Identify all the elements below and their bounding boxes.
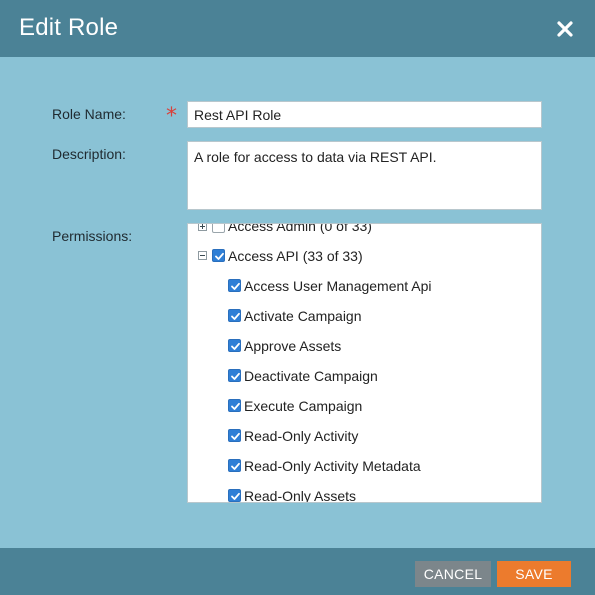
expand-toggle-icon[interactable] [198, 224, 207, 231]
checkbox-read-only-activity[interactable] [228, 429, 241, 442]
permissions-label: Permissions: [52, 228, 133, 244]
dialog-title: Edit Role [19, 14, 119, 41]
description-textarea[interactable]: A role for access to data via REST API. [187, 141, 542, 210]
permission-item: Activate Campaign [244, 308, 362, 324]
checkbox-activate-campaign[interactable] [228, 309, 241, 322]
checkbox-execute-campaign[interactable] [228, 399, 241, 412]
checkbox-access-user-management-api[interactable] [228, 279, 241, 292]
checkbox-approve-assets[interactable] [228, 339, 241, 352]
permission-item: Access User Management Api [244, 278, 432, 294]
description-label: Description: [52, 146, 126, 162]
checkbox-read-only-activity-metadata[interactable] [228, 459, 241, 472]
cancel-button[interactable]: CANCEL [415, 561, 491, 587]
permission-item: Read-Only Assets [244, 488, 357, 503]
close-icon[interactable] [553, 17, 577, 41]
group-access-api: Access API (33 of 33) [228, 248, 363, 264]
save-button[interactable]: SAVE [497, 561, 571, 587]
permission-item: Read-Only Activity [244, 428, 359, 444]
permissions-tree[interactable]: Access Admin (0 of 33) Access API (33 of… [187, 223, 542, 503]
group-access-admin: Access Admin (0 of 33) [228, 223, 372, 234]
checkbox-deactivate-campaign[interactable] [228, 369, 241, 382]
dialog-footer: CANCEL SAVE [0, 548, 595, 595]
permission-item: Execute Campaign [244, 398, 363, 414]
role-name-input[interactable]: Rest API Role [187, 101, 542, 128]
checkbox-read-only-assets[interactable] [228, 489, 241, 502]
required-marker: * [166, 104, 177, 129]
checkbox-access-admin[interactable] [212, 224, 225, 233]
role-name-label: Role Name: [52, 106, 126, 122]
permission-item: Read-Only Activity Metadata [244, 458, 421, 474]
collapse-toggle-icon[interactable] [198, 251, 207, 260]
permission-item: Approve Assets [244, 338, 342, 354]
checkbox-access-api[interactable] [212, 249, 225, 262]
permission-item: Deactivate Campaign [244, 368, 378, 384]
dialog-header: Edit Role [0, 0, 595, 57]
